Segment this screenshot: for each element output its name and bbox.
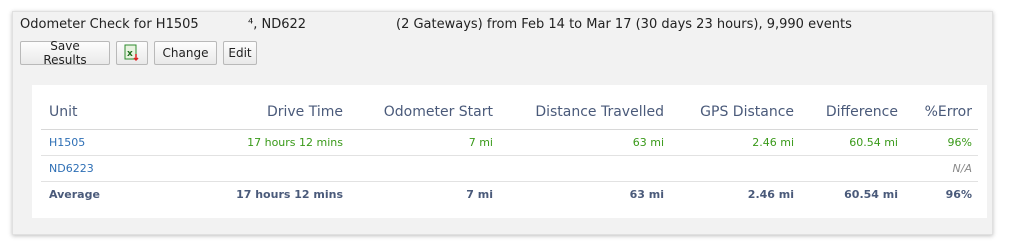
average-difference: 60.54 mi	[800, 181, 904, 207]
column-header-odometer-start[interactable]: Odometer Start	[349, 95, 499, 130]
column-header-distance-travelled[interactable]: Distance Travelled	[499, 95, 670, 130]
table-row: ND6223 N/A	[41, 155, 978, 182]
save-results-button[interactable]: Save Results	[20, 39, 110, 67]
gps-distance-cell	[670, 155, 800, 182]
report-title-summary: (2 Gateways) from Feb 14 to Mar 17 (30 d…	[396, 17, 852, 32]
average-row: Average 17 hours 12 mins 7 mi 63 mi 2.46…	[41, 181, 978, 207]
report-title-main: Odometer Check for H1505	[20, 17, 199, 32]
excel-export-button[interactable]: x	[116, 41, 148, 65]
difference-cell	[800, 155, 904, 182]
results-card: Unit Drive Time Odometer Start Distance …	[32, 85, 987, 218]
average-distance-travelled: 63 mi	[499, 181, 670, 207]
gps-distance-cell: 2.46 mi	[670, 129, 800, 156]
drive-time-cell: 17 hours 12 mins	[156, 129, 349, 156]
column-header-unit[interactable]: Unit	[41, 95, 156, 130]
column-header-gps-distance[interactable]: GPS Distance	[670, 95, 800, 130]
drive-time-cell	[156, 155, 349, 182]
report-title-units: ⁴, ND622	[248, 17, 307, 32]
average-label: Average	[41, 181, 156, 207]
excel-export-icon: x	[124, 44, 139, 62]
table-row: H1505 17 hours 12 mins 7 mi 63 mi 2.46 m…	[41, 129, 978, 156]
report-title: Odometer Check for H1505 ⁴, ND622 (2 Gatew…	[20, 17, 852, 32]
average-odometer-start: 7 mi	[349, 181, 499, 207]
toolbar: Save Results x Change Edit	[20, 39, 257, 67]
unit-link[interactable]: H1505	[41, 129, 156, 156]
unit-link[interactable]: ND6223	[41, 155, 156, 182]
distance-travelled-cell	[499, 155, 670, 182]
column-header-drive-time[interactable]: Drive Time	[156, 95, 349, 130]
column-header-error[interactable]: %Error	[904, 95, 978, 130]
svg-text:x: x	[127, 49, 133, 59]
column-header-difference[interactable]: Difference	[800, 95, 904, 130]
difference-cell: 60.54 mi	[800, 129, 904, 156]
distance-travelled-cell: 63 mi	[499, 129, 670, 156]
average-drive-time: 17 hours 12 mins	[156, 181, 349, 207]
change-button[interactable]: Change	[154, 41, 217, 65]
error-cell: 96%	[904, 129, 978, 156]
results-table: Unit Drive Time Odometer Start Distance …	[41, 95, 978, 207]
odometer-start-cell	[349, 155, 499, 182]
average-error: 96%	[904, 181, 978, 207]
error-cell: N/A	[904, 155, 978, 182]
edit-button[interactable]: Edit	[223, 41, 257, 65]
table-header-row: Unit Drive Time Odometer Start Distance …	[41, 95, 978, 130]
average-gps-distance: 2.46 mi	[670, 181, 800, 207]
odometer-start-cell: 7 mi	[349, 129, 499, 156]
